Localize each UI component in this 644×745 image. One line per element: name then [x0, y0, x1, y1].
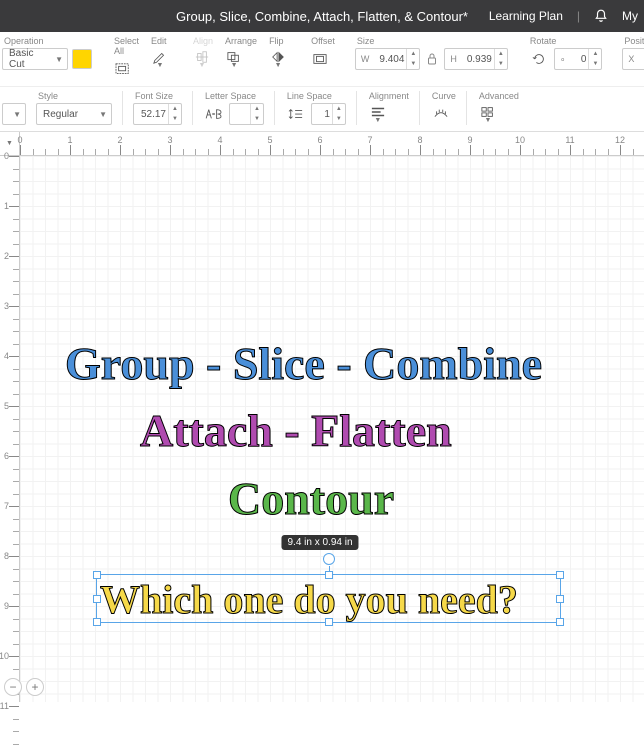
advanced-group: Advanced ▼ [477, 91, 519, 125]
offset-group: Offset [309, 36, 335, 70]
alignment-button[interactable]: ▼ [367, 103, 389, 125]
alignment-group: Alignment ▼ [367, 91, 409, 125]
selection-dimensions: 9.4 in x 0.94 in [281, 535, 358, 550]
arrange-group: Arrange ▼ [223, 36, 257, 70]
style-dropdown[interactable]: Regular▼ [36, 103, 112, 125]
font-family-dropdown[interactable]: ▼ [2, 103, 26, 125]
document-title: Group, Slice, Combine, Attach, Flatten, … [176, 9, 468, 24]
curve-group: Curve [430, 91, 456, 125]
line-space-input[interactable]: 1▲▼ [311, 103, 346, 125]
operation-label: Operation [2, 36, 92, 46]
width-input[interactable]: W 9.404 ▲▼ [355, 48, 420, 70]
rotate-icon[interactable] [528, 48, 550, 70]
toolbar: Operation Basic Cut▼ Select All Edit ▼ A… [0, 32, 644, 132]
style-group: Style Regular▼ [36, 91, 112, 125]
position-group: Position X 2.474 ▲▼ Y 6 [622, 36, 644, 70]
zoom-in-button[interactable]: + [26, 678, 44, 696]
flip-group: Flip ▼ [267, 36, 289, 70]
size-group: Size W 9.404 ▲▼ H 0.939 ▲▼ [355, 36, 508, 70]
rotate-group: Rotate ∘ 0 ▲▼ [528, 36, 603, 70]
height-input[interactable]: H 0.939 ▲▼ [444, 48, 507, 70]
edit-group: Edit ▼ [149, 36, 171, 70]
zoom-out-button[interactable]: − [4, 678, 22, 696]
canvas[interactable]: ▼ 0123456789101112 01234567891011 Group … [0, 132, 644, 702]
font-size-input[interactable]: 52.17 ▲▼ [133, 103, 182, 125]
select-all-button[interactable] [112, 58, 134, 80]
top-right-nav: Learning Plan | My [489, 9, 644, 23]
color-swatch[interactable] [72, 49, 92, 69]
operation-group: Operation Basic Cut▼ [0, 36, 92, 70]
learning-plan-link[interactable]: Learning Plan [489, 9, 563, 23]
ruler-horizontal: 0123456789101112 [20, 132, 644, 156]
text-line-3[interactable]: Contour [228, 472, 394, 525]
lock-aspect-icon[interactable] [424, 48, 440, 70]
text-line-1[interactable]: Group - Slice - Combine [65, 337, 542, 390]
nav-divider: | [577, 9, 580, 23]
curve-button[interactable] [430, 103, 452, 125]
font-dropdown-group: ▼ [0, 91, 26, 125]
letter-space-group: Letter Space ▲▼ [203, 91, 264, 125]
toolbar-row-2: ▼ Style Regular▼ Font Size 52.17 ▲▼ Lett… [0, 86, 644, 131]
notifications-icon[interactable] [594, 9, 608, 23]
line-space-icon [285, 103, 307, 125]
flip-button[interactable]: ▼ [267, 48, 289, 70]
zoom-controls: − + [4, 678, 44, 696]
toolbar-row-1: Operation Basic Cut▼ Select All Edit ▼ A… [0, 32, 644, 86]
rotate-input[interactable]: ∘ 0 ▲▼ [554, 48, 603, 70]
line-space-group: Line Space 1▲▼ [285, 91, 346, 125]
letter-space-icon [203, 103, 225, 125]
offset-button[interactable] [309, 48, 331, 70]
position-x-input[interactable]: X 2.474 ▲▼ [622, 48, 644, 70]
font-size-group: Font Size 52.17 ▲▼ [133, 91, 182, 125]
operation-dropdown[interactable]: Basic Cut▼ [2, 48, 68, 70]
align-button: ▼ [191, 48, 213, 70]
ruler-vertical: 01234567891011 [0, 156, 20, 702]
rotate-handle[interactable] [323, 553, 335, 565]
text-line-4[interactable]: Which one do you need? [100, 576, 518, 623]
title-bar: Group, Slice, Combine, Attach, Flatten, … [0, 0, 644, 32]
align-group: Align ▼ [191, 36, 213, 70]
my-account-link[interactable]: My [622, 9, 638, 23]
text-line-2[interactable]: Attach - Flatten [140, 404, 452, 457]
edit-button[interactable]: ▼ [149, 48, 171, 70]
select-all-group: Select All [112, 36, 139, 80]
advanced-button[interactable]: ▼ [477, 103, 499, 125]
arrange-button[interactable]: ▼ [223, 48, 245, 70]
letter-space-input[interactable]: ▲▼ [229, 103, 264, 125]
